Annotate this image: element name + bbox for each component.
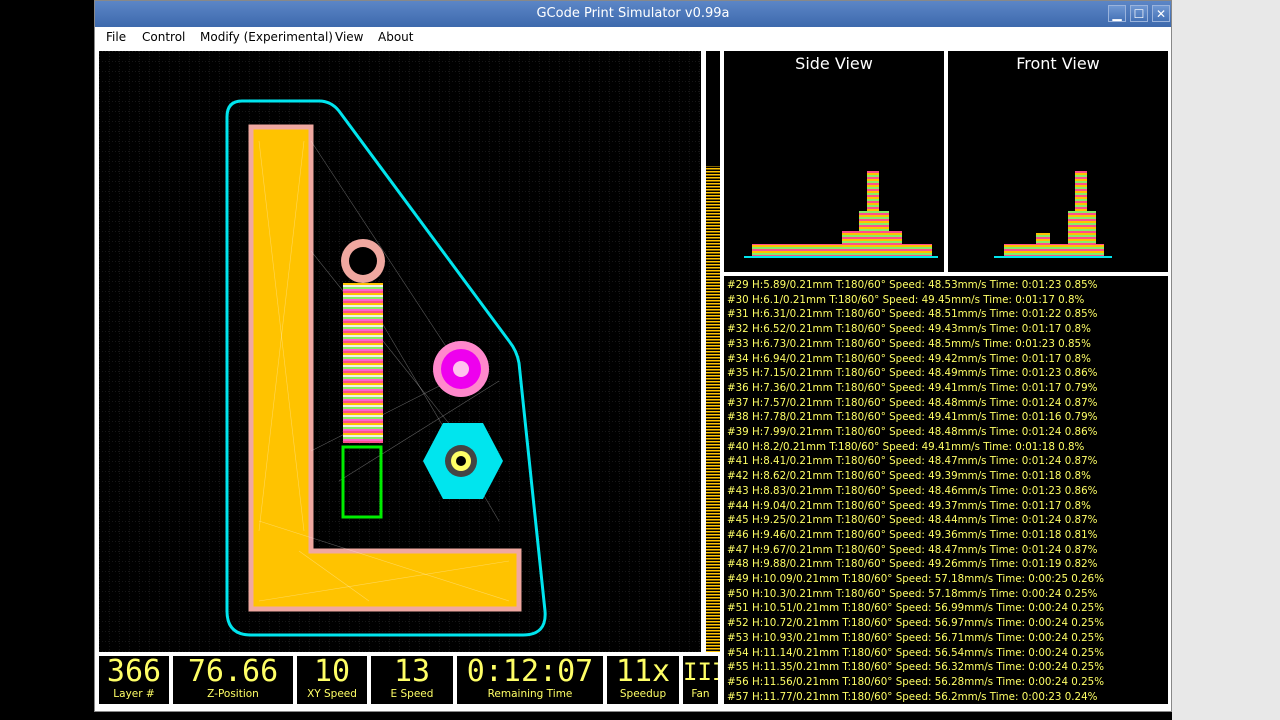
log-line: #32 H:6.52/0.21mm T:180/60° Speed: 49.43…	[727, 323, 1091, 336]
log-line: #43 H:8.83/0.21mm T:180/60° Speed: 48.46…	[727, 484, 1098, 497]
xy-speed-label: XY Speed	[307, 688, 357, 700]
menu-view[interactable]: View	[335, 30, 363, 44]
log-line: #33 H:6.73/0.21mm T:180/60° Speed: 48.5m…	[727, 337, 1091, 350]
log-line: #57 H:11.77/0.21mm T:180/60° Speed: 56.2…	[727, 690, 1098, 703]
remaining-time-label: Remaining Time	[487, 688, 573, 700]
log-line: #44 H:9.04/0.21mm T:180/60° Speed: 49.37…	[727, 499, 1091, 512]
stat-layer: 366 Layer #	[98, 655, 170, 705]
log-line: #49 H:10.09/0.21mm T:180/60° Speed: 57.1…	[727, 573, 1104, 586]
speedup-value: 11x	[615, 655, 671, 689]
side-view-canvas	[744, 171, 938, 258]
log-line: #50 H:10.3/0.21mm T:180/60° Speed: 57.18…	[727, 587, 1098, 600]
e-speed-value: 13	[393, 655, 431, 689]
log-line: #55 H:11.35/0.21mm T:180/60° Speed: 56.3…	[727, 661, 1104, 674]
stat-z: 76.66 Z-Position	[172, 655, 294, 705]
stat-e-speed: 13 E Speed	[370, 655, 454, 705]
stat-speedup[interactable]: 11x Speedup	[606, 655, 680, 705]
desktop-background-left	[0, 0, 94, 720]
fan-label: Fan	[691, 688, 710, 700]
log-line: #53 H:10.93/0.21mm T:180/60° Speed: 56.7…	[727, 631, 1104, 644]
log-line: #40 H:8.2/0.21mm T:180/60° Speed: 49.41m…	[727, 440, 1085, 453]
stat-xy-speed: 10 XY Speed	[296, 655, 368, 705]
log-line: #52 H:10.72/0.21mm T:180/60° Speed: 56.9…	[727, 617, 1104, 630]
minimize-button[interactable]: ▁	[1108, 5, 1126, 22]
log-line: #36 H:7.36/0.21mm T:180/60° Speed: 49.41…	[727, 381, 1098, 394]
front-view-canvas	[994, 171, 1112, 258]
log-line: #48 H:9.88/0.21mm T:180/60° Speed: 49.26…	[727, 558, 1098, 571]
log-line: #54 H:11.14/0.21mm T:180/60° Speed: 56.5…	[727, 646, 1104, 659]
side-view-panel: Side View	[723, 50, 945, 273]
front-view-panel: Front View	[947, 50, 1169, 273]
layer-progress-bar[interactable]	[705, 50, 721, 653]
layer-log-panel[interactable]: #29 H:5.89/0.21mm T:180/60° Speed: 48.53…	[723, 275, 1169, 705]
menu-about[interactable]: About	[378, 30, 413, 44]
log-line: #41 H:8.41/0.21mm T:180/60° Speed: 48.47…	[727, 455, 1098, 468]
z-position-label: Z-Position	[207, 688, 259, 700]
log-line: #45 H:9.25/0.21mm T:180/60° Speed: 48.44…	[727, 514, 1098, 527]
log-line: #37 H:7.57/0.21mm T:180/60° Speed: 48.48…	[727, 396, 1098, 409]
close-button[interactable]: ✕	[1152, 5, 1170, 22]
layer-log-list: #29 H:5.89/0.21mm T:180/60° Speed: 48.53…	[724, 276, 1168, 704]
striped-post	[343, 283, 383, 443]
log-line: #42 H:8.62/0.21mm T:180/60° Speed: 49.39…	[727, 470, 1091, 483]
log-line: #56 H:11.56/0.21mm T:180/60° Speed: 56.2…	[727, 675, 1104, 688]
log-line: #39 H:7.99/0.21mm T:180/60° Speed: 48.48…	[727, 426, 1098, 439]
status-bar: 366 Layer # 76.66 Z-Position 10 XY Speed…	[98, 655, 719, 705]
stat-remaining: 0:12:07 Remaining Time	[456, 655, 604, 705]
maximize-button[interactable]: ☐	[1130, 5, 1148, 22]
layer-number-value: 366	[106, 655, 162, 689]
title-bar[interactable]: GCode Print Simulator v0.99a ▁ ☐ ✕	[95, 1, 1171, 27]
log-line: #30 H:6.1/0.21mm T:180/60° Speed: 49.45m…	[727, 293, 1085, 306]
fan-value: IIII	[683, 658, 718, 686]
menu-modify[interactable]: Modify (Experimental)	[200, 30, 333, 44]
log-line: #47 H:9.67/0.21mm T:180/60° Speed: 48.47…	[727, 543, 1098, 556]
e-speed-label: E Speed	[390, 688, 434, 700]
layer-view-2d[interactable]	[98, 50, 702, 653]
log-line: #34 H:6.94/0.21mm T:180/60° Speed: 49.42…	[727, 352, 1091, 365]
layer-number-label: Layer #	[113, 688, 155, 700]
app-window: GCode Print Simulator v0.99a ▁ ☐ ✕ File …	[94, 0, 1172, 712]
log-line: #29 H:5.89/0.21mm T:180/60° Speed: 48.53…	[727, 279, 1098, 291]
menu-control[interactable]: Control	[142, 30, 185, 44]
stat-fan: IIII Fan	[682, 655, 719, 705]
log-line: #46 H:9.46/0.21mm T:180/60° Speed: 49.36…	[727, 528, 1098, 541]
desktop-background-right	[1172, 0, 1280, 720]
menu-file[interactable]: File	[106, 30, 126, 44]
layer-canvas	[99, 51, 701, 652]
xy-speed-value: 10	[313, 655, 351, 689]
layer-progress-fill	[706, 166, 720, 652]
log-line: #38 H:7.78/0.21mm T:180/60° Speed: 49.41…	[727, 411, 1098, 424]
log-line: #31 H:6.31/0.21mm T:180/60° Speed: 48.51…	[727, 308, 1098, 321]
window-title: GCode Print Simulator v0.99a	[536, 6, 730, 21]
log-line: #35 H:7.15/0.21mm T:180/60° Speed: 48.49…	[727, 367, 1098, 380]
z-position-value: 76.66	[187, 655, 279, 689]
speedup-label: Speedup	[619, 688, 667, 700]
log-line: #51 H:10.51/0.21mm T:180/60° Speed: 56.9…	[727, 602, 1104, 615]
menu-bar: File Control Modify (Experimental) View …	[95, 27, 1171, 47]
remaining-time-value: 0:12:07	[466, 655, 594, 689]
